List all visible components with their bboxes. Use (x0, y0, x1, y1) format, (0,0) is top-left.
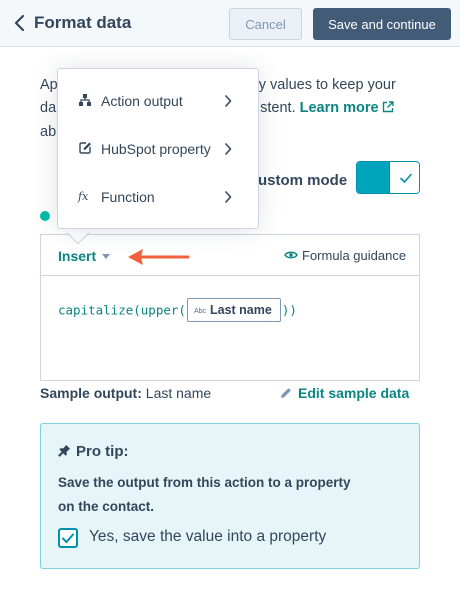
pro-tip-body: Save the output from this action to a pr… (58, 475, 351, 514)
formula-editor[interactable]: Insert Formula guidance capitalize(upper… (40, 234, 420, 381)
description-line-3: ab (40, 124, 57, 140)
editor-toolbar: Insert Formula guidance (41, 235, 419, 276)
pro-tip-panel: Pro tip: Save the output from this actio… (40, 423, 420, 569)
formula-guidance-link[interactable]: Formula guidance (284, 248, 406, 263)
status-dot (40, 211, 50, 221)
insert-dropdown[interactable]: Insert (58, 248, 111, 264)
insert-menu: Action output HubSpot property fx Functi… (57, 68, 259, 229)
sample-output: Sample output: Last name (40, 385, 212, 401)
menu-item-hubspot-property[interactable]: HubSpot property (58, 127, 258, 173)
annotation-arrow-icon (128, 249, 190, 265)
save-value-checkbox-label[interactable]: Yes, save the value into a property (89, 528, 326, 546)
formula-text[interactable]: capitalize(upper(Abc Last name)) (58, 298, 297, 322)
cancel-button[interactable]: Cancel (229, 8, 302, 40)
save-value-checkbox[interactable] (58, 528, 78, 548)
eye-icon (284, 251, 298, 259)
save-and-continue-button[interactable]: Save and continue (313, 8, 451, 40)
property-edit-icon (79, 142, 91, 154)
external-link-icon (382, 101, 394, 113)
custom-mode-toggle[interactable] (356, 161, 420, 194)
header: Format data Cancel Save and continue (0, 0, 460, 47)
edit-sample-data-link[interactable]: Edit sample data (280, 385, 409, 401)
caret-down-icon (102, 254, 111, 259)
chevron-right-icon (225, 95, 232, 107)
check-icon (62, 533, 74, 543)
pencil-icon (281, 388, 291, 398)
chevron-left-icon[interactable] (12, 14, 28, 32)
property-token[interactable]: Abc Last name (186, 298, 281, 322)
page-title: Format data (34, 13, 132, 32)
check-icon (400, 173, 412, 183)
text-type-icon: Abc (193, 308, 206, 315)
learn-more-link[interactable]: Learn more (300, 100, 394, 116)
chevron-right-icon (225, 191, 232, 203)
menu-item-function[interactable]: fx Function (58, 175, 258, 221)
toggle-knob (389, 162, 419, 193)
chevron-right-icon (225, 143, 232, 155)
menu-item-action-output[interactable]: Action output (58, 79, 258, 125)
pin-icon (58, 444, 71, 457)
pro-tip-title: Pro tip: (58, 443, 129, 460)
branch-icon (79, 94, 91, 106)
toggle-track (357, 162, 390, 193)
custom-mode-label: ustom mode (258, 172, 348, 189)
function-icon: fx (78, 190, 89, 203)
